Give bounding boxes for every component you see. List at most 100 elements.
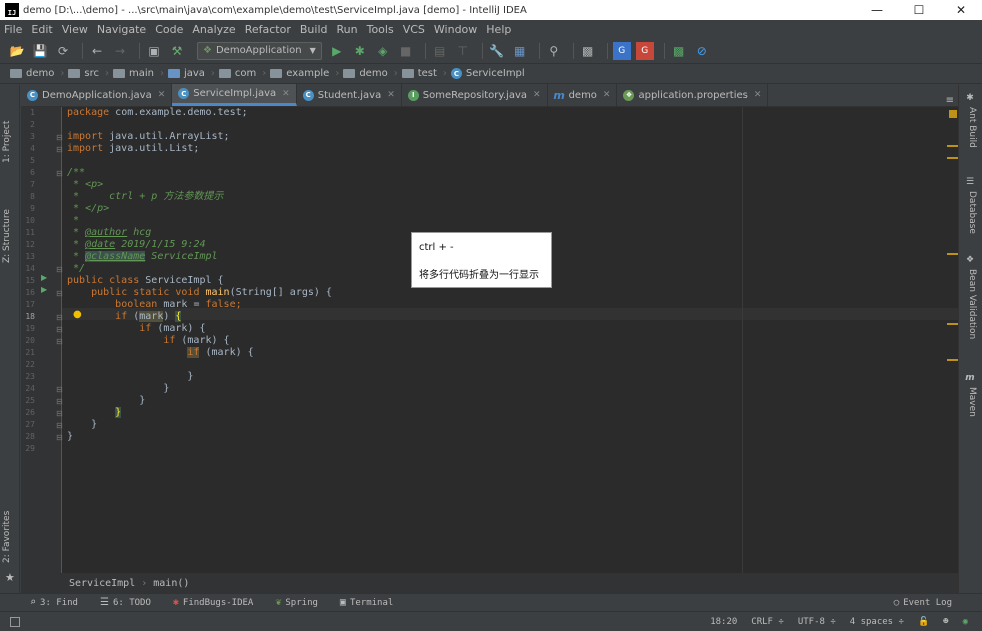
fold-icon[interactable]: ⊟ [56, 421, 63, 430]
git-icon[interactable]: ◉ [963, 617, 968, 627]
run-configuration-select[interactable]: ❖ DemoApplication ▼ [197, 41, 322, 60]
fold-icon[interactable]: ⊟ [56, 337, 63, 346]
fold-icon[interactable]: ⊟ [56, 385, 63, 394]
close-icon[interactable]: ✕ [387, 90, 395, 100]
tool-database[interactable]: Database [967, 191, 977, 234]
close-icon[interactable]: ✕ [533, 90, 541, 100]
sync-icon[interactable]: ⟳ [54, 42, 72, 60]
menu-build[interactable]: Build [300, 23, 328, 36]
tab-student[interactable]: C Student.java ✕ [297, 84, 402, 106]
close-icon[interactable]: ✕ [282, 89, 290, 99]
menu-refactor[interactable]: Refactor [245, 23, 291, 36]
tab-list-menu-icon[interactable]: ≡ [946, 95, 958, 106]
translate-icon[interactable]: G [612, 41, 631, 60]
breadcrumb-item-example[interactable]: example [270, 68, 329, 79]
tool-project[interactable]: 1: Project [2, 121, 12, 163]
tool-ant-build[interactable]: Ant Build [967, 107, 977, 148]
tool-findbugs[interactable]: ✱ FindBugs-IDEA [173, 597, 253, 608]
menu-code[interactable]: Code [155, 23, 183, 36]
fold-icon[interactable]: ⊟ [56, 145, 63, 154]
warning-marker[interactable] [947, 145, 958, 147]
editor-breadcrumb-class[interactable]: ServiceImpl [69, 578, 135, 589]
warning-status-icon[interactable] [949, 110, 957, 118]
back-icon[interactable]: ← [88, 42, 106, 60]
menu-run[interactable]: Run [337, 23, 358, 36]
close-button[interactable]: ✕ [940, 3, 982, 17]
tab-demoapplication[interactable]: C DemoApplication.java ✕ [21, 84, 173, 106]
breadcrumb-item-test[interactable]: test [401, 68, 437, 79]
fold-icon[interactable]: ⊟ [56, 397, 63, 406]
menu-file[interactable]: File [4, 23, 22, 36]
search-icon[interactable]: ⚲ [545, 42, 563, 60]
structure-icon[interactable]: ▣ [145, 42, 163, 60]
warning-marker[interactable] [947, 253, 958, 255]
inspector-icon[interactable]: ☻ [943, 617, 948, 627]
fold-icon[interactable]: ⊟ [56, 265, 63, 274]
close-icon[interactable]: ✕ [158, 90, 166, 100]
menu-tools[interactable]: Tools [367, 23, 394, 36]
vcs-icon[interactable]: ⊤ [454, 42, 472, 60]
warning-marker[interactable] [947, 323, 958, 325]
tool-maven[interactable]: Maven [967, 387, 977, 417]
tool-spring[interactable]: ❦ Spring [275, 597, 318, 608]
breadcrumb-item-serviceimpl[interactable]: C ServiceImpl [450, 68, 525, 79]
attach-icon[interactable]: ▤ [431, 42, 449, 60]
run-gutter-icon[interactable]: ▶ [41, 273, 47, 282]
event-log-button[interactable]: ◯ Event Log [894, 598, 952, 608]
tool-window-toggle-icon[interactable] [10, 616, 20, 627]
save-icon[interactable]: 💾 [31, 42, 49, 60]
translate2-icon[interactable]: G [635, 41, 654, 60]
warning-marker[interactable] [947, 359, 958, 361]
fold-icon[interactable]: ⊟ [56, 313, 63, 322]
lock-icon[interactable]: 🔓 [918, 617, 929, 627]
breadcrumb-item-src[interactable]: src [68, 68, 99, 79]
breadcrumb-item-demo[interactable]: demo [10, 68, 54, 79]
code-editor[interactable]: 1 2 3 4 5 6 7 8 9 10 11 12 13 14 15 16 1… [21, 107, 958, 573]
run-gutter-icon[interactable]: ▶ [41, 285, 47, 294]
caret-position[interactable]: 18:20 [710, 617, 737, 627]
breadcrumb-item-demo-pkg[interactable]: demo [343, 68, 388, 79]
breadcrumb-item-main[interactable]: main [112, 68, 154, 79]
tool-todo[interactable]: ☰ 6: TODO [100, 597, 151, 608]
menu-edit[interactable]: Edit [31, 23, 52, 36]
fold-icon[interactable]: ⊟ [56, 289, 63, 298]
indent-setting[interactable]: 4 spaces ÷ [850, 617, 904, 627]
fold-icon[interactable]: ⊟ [56, 133, 63, 142]
breadcrumb-item-com[interactable]: com [218, 68, 256, 79]
menu-navigate[interactable]: Navigate [97, 23, 146, 36]
open-icon[interactable]: 📂 [8, 42, 26, 60]
sdk-icon[interactable]: ▩ [579, 42, 597, 60]
stop-icon[interactable]: ■ [397, 42, 415, 60]
maximize-button[interactable]: ☐ [898, 3, 940, 17]
tool-favorites[interactable]: 2: Favorites [2, 511, 12, 563]
fold-icon[interactable]: ⊟ [56, 325, 63, 334]
file-encoding[interactable]: UTF-8 ÷ [798, 617, 836, 627]
run-icon[interactable]: ▶ [328, 42, 346, 60]
menu-view[interactable]: View [62, 23, 88, 36]
menu-help[interactable]: Help [486, 23, 511, 36]
editor-breadcrumb-method[interactable]: main() [153, 578, 189, 589]
settings-icon[interactable]: 🔧 [488, 42, 506, 60]
menu-analyze[interactable]: Analyze [192, 23, 235, 36]
menu-vcs[interactable]: VCS [403, 23, 425, 36]
warning-marker[interactable] [947, 157, 958, 159]
build-icon[interactable]: ⚒ [168, 42, 186, 60]
memory-icon[interactable]: ▩ [670, 42, 688, 60]
tab-application-properties[interactable]: ❖ application.properties ✕ [617, 84, 769, 106]
debug-icon[interactable]: ✱ [351, 42, 369, 60]
breadcrumb-item-java[interactable]: java [167, 68, 205, 79]
tool-bean-validation[interactable]: Bean Validation [967, 269, 977, 339]
tool-structure[interactable]: Z: Structure [2, 209, 12, 263]
tool-terminal[interactable]: ▣ Terminal [340, 597, 393, 608]
line-separator[interactable]: CRLF ÷ [751, 617, 784, 627]
fold-icon[interactable]: ⊟ [56, 409, 63, 418]
forward-icon[interactable]: → [111, 42, 129, 60]
close-icon[interactable]: ✕ [754, 90, 762, 100]
coverage-icon[interactable]: ◈ [374, 42, 392, 60]
error-stripe[interactable] [946, 107, 958, 573]
close-icon[interactable]: ✕ [603, 90, 611, 100]
project-structure-icon[interactable]: ▦ [511, 42, 529, 60]
no-icon[interactable]: ⊘ [693, 42, 711, 60]
fold-icon[interactable]: ⊟ [56, 169, 63, 178]
tab-somerepository[interactable]: I SomeRepository.java ✕ [402, 84, 548, 106]
